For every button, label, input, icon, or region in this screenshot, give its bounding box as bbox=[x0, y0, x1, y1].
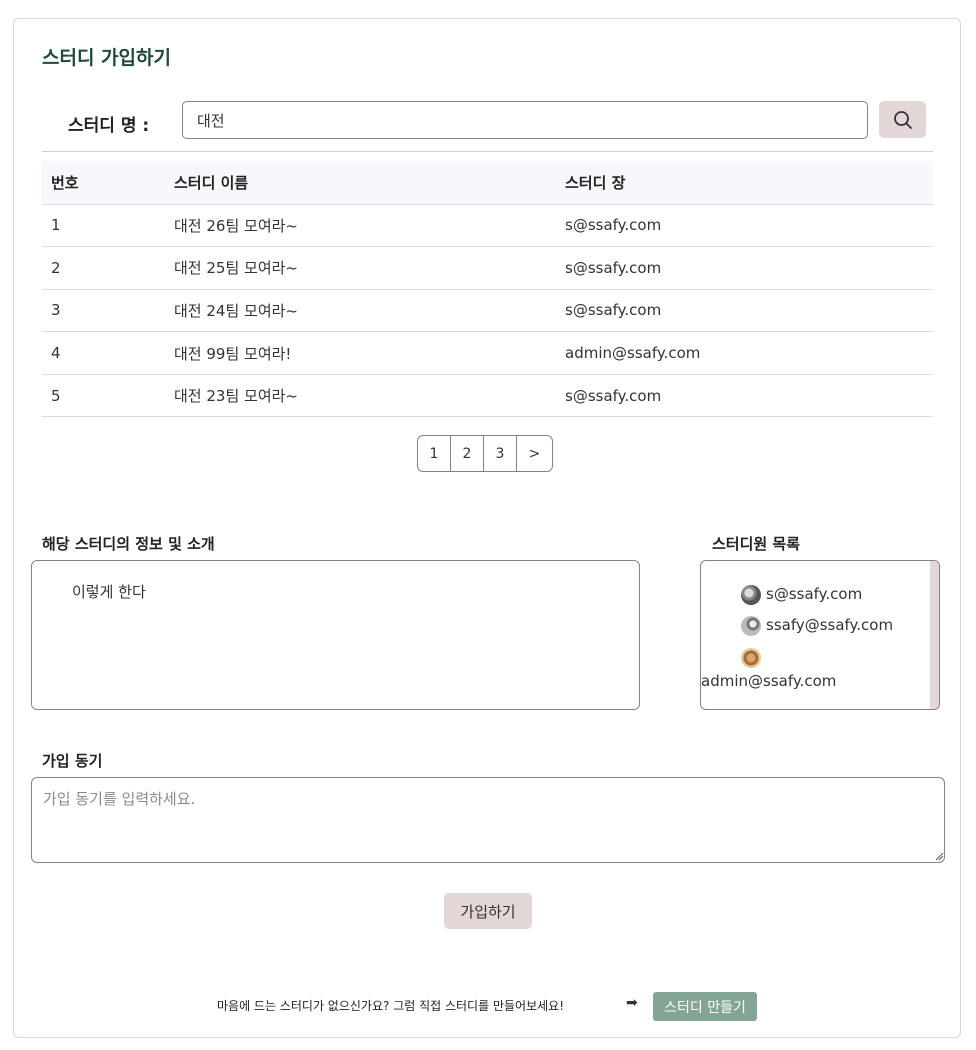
search-label: 스터디 명 : bbox=[68, 116, 150, 136]
page-button-1[interactable]: 1 bbox=[417, 435, 451, 472]
member-list-box: s@ssafy.com ssafy@ssafy.com admin@ssafy.… bbox=[700, 560, 940, 710]
member-email: s@ssafy.com bbox=[766, 585, 863, 603]
cell-study-leader: s@ssafy.com bbox=[556, 246, 933, 290]
join-motive-textarea[interactable] bbox=[31, 777, 945, 863]
member-item: admin@ssafy.com bbox=[701, 645, 939, 693]
cell-study-leader: admin@ssafy.com bbox=[556, 331, 933, 375]
avatar bbox=[741, 615, 761, 636]
avatar bbox=[741, 647, 761, 668]
cell-study-name: 대전 24팀 모여라~ bbox=[165, 289, 556, 333]
footer-prompt-text: 마음에 드는 스터디가 없으신가요? 그럼 직접 스터디를 만들어보세요! bbox=[217, 999, 565, 1013]
member-email: admin@ssafy.com bbox=[701, 672, 837, 690]
member-item: ssafy@ssafy.com bbox=[741, 610, 939, 641]
cell-study-leader: s@ssafy.com bbox=[556, 374, 933, 418]
cell-study-name: 대전 23팀 모여라~ bbox=[165, 374, 556, 418]
column-header-number: 번호 bbox=[42, 161, 165, 205]
intro-heading: 해당 스터디의 정보 및 소개 bbox=[42, 535, 215, 553]
members-heading: 스터디원 목록 bbox=[712, 535, 801, 553]
member-list-scrollbar[interactable] bbox=[930, 561, 939, 709]
page-button-2[interactable]: 2 bbox=[450, 435, 484, 472]
cell-number: 5 bbox=[42, 374, 165, 418]
motive-heading: 가입 동기 bbox=[42, 752, 103, 770]
study-search-input[interactable] bbox=[182, 101, 868, 139]
cell-study-leader: s@ssafy.com bbox=[556, 204, 933, 248]
study-table: 번호 스터디 이름 스터디 장 1 대전 26팀 모여라~ s@ssafy.co… bbox=[42, 161, 933, 418]
cell-number: 2 bbox=[42, 246, 165, 290]
search-button[interactable] bbox=[879, 101, 926, 138]
table-row[interactable]: 3 대전 24팀 모여라~ s@ssafy.com bbox=[42, 289, 933, 333]
pagination: 1 2 3 > bbox=[417, 435, 553, 472]
create-study-button[interactable]: 스터디 만들기 bbox=[653, 992, 757, 1021]
divider bbox=[42, 151, 933, 152]
column-header-study-leader: 스터디 장 bbox=[556, 161, 933, 205]
table-row[interactable]: 2 대전 25팀 모여라~ s@ssafy.com bbox=[42, 246, 933, 290]
member-list: s@ssafy.com ssafy@ssafy.com admin@ssafy.… bbox=[701, 561, 939, 693]
arrow-right-icon: ➡ bbox=[626, 995, 638, 1011]
study-intro-text: 이렇게 한다 bbox=[72, 583, 146, 601]
table-row[interactable]: 5 대전 23팀 모여라~ s@ssafy.com bbox=[42, 374, 933, 418]
search-icon bbox=[893, 110, 912, 129]
page-button-3[interactable]: 3 bbox=[483, 435, 517, 472]
join-button[interactable]: 가입하기 bbox=[444, 893, 532, 929]
member-item: s@ssafy.com bbox=[741, 579, 939, 610]
cell-study-name: 대전 26팀 모여라~ bbox=[165, 204, 556, 248]
resize-grip-icon[interactable] bbox=[934, 851, 944, 861]
table-row[interactable]: 4 대전 99팀 모여라! admin@ssafy.com bbox=[42, 331, 933, 375]
column-header-study-name: 스터디 이름 bbox=[165, 161, 556, 205]
study-intro-box: 이렇게 한다 bbox=[31, 560, 640, 710]
page-title: 스터디 가입하기 bbox=[42, 47, 171, 69]
study-join-card: 스터디 가입하기 스터디 명 : 번호 스터디 이름 스터디 장 1 대전 26… bbox=[13, 18, 961, 1038]
cell-number: 4 bbox=[42, 331, 165, 375]
cell-study-leader: s@ssafy.com bbox=[556, 289, 933, 333]
cell-number: 1 bbox=[42, 204, 165, 248]
cell-number: 3 bbox=[42, 289, 165, 333]
avatar bbox=[741, 584, 761, 605]
member-email: ssafy@ssafy.com bbox=[766, 616, 894, 634]
table-header-row: 번호 스터디 이름 스터디 장 bbox=[42, 161, 933, 205]
table-row[interactable]: 1 대전 26팀 모여라~ s@ssafy.com bbox=[42, 204, 933, 248]
cell-study-name: 대전 99팀 모여라! bbox=[165, 331, 556, 375]
cell-study-name: 대전 25팀 모여라~ bbox=[165, 246, 556, 290]
next-page-button[interactable]: > bbox=[516, 435, 553, 472]
